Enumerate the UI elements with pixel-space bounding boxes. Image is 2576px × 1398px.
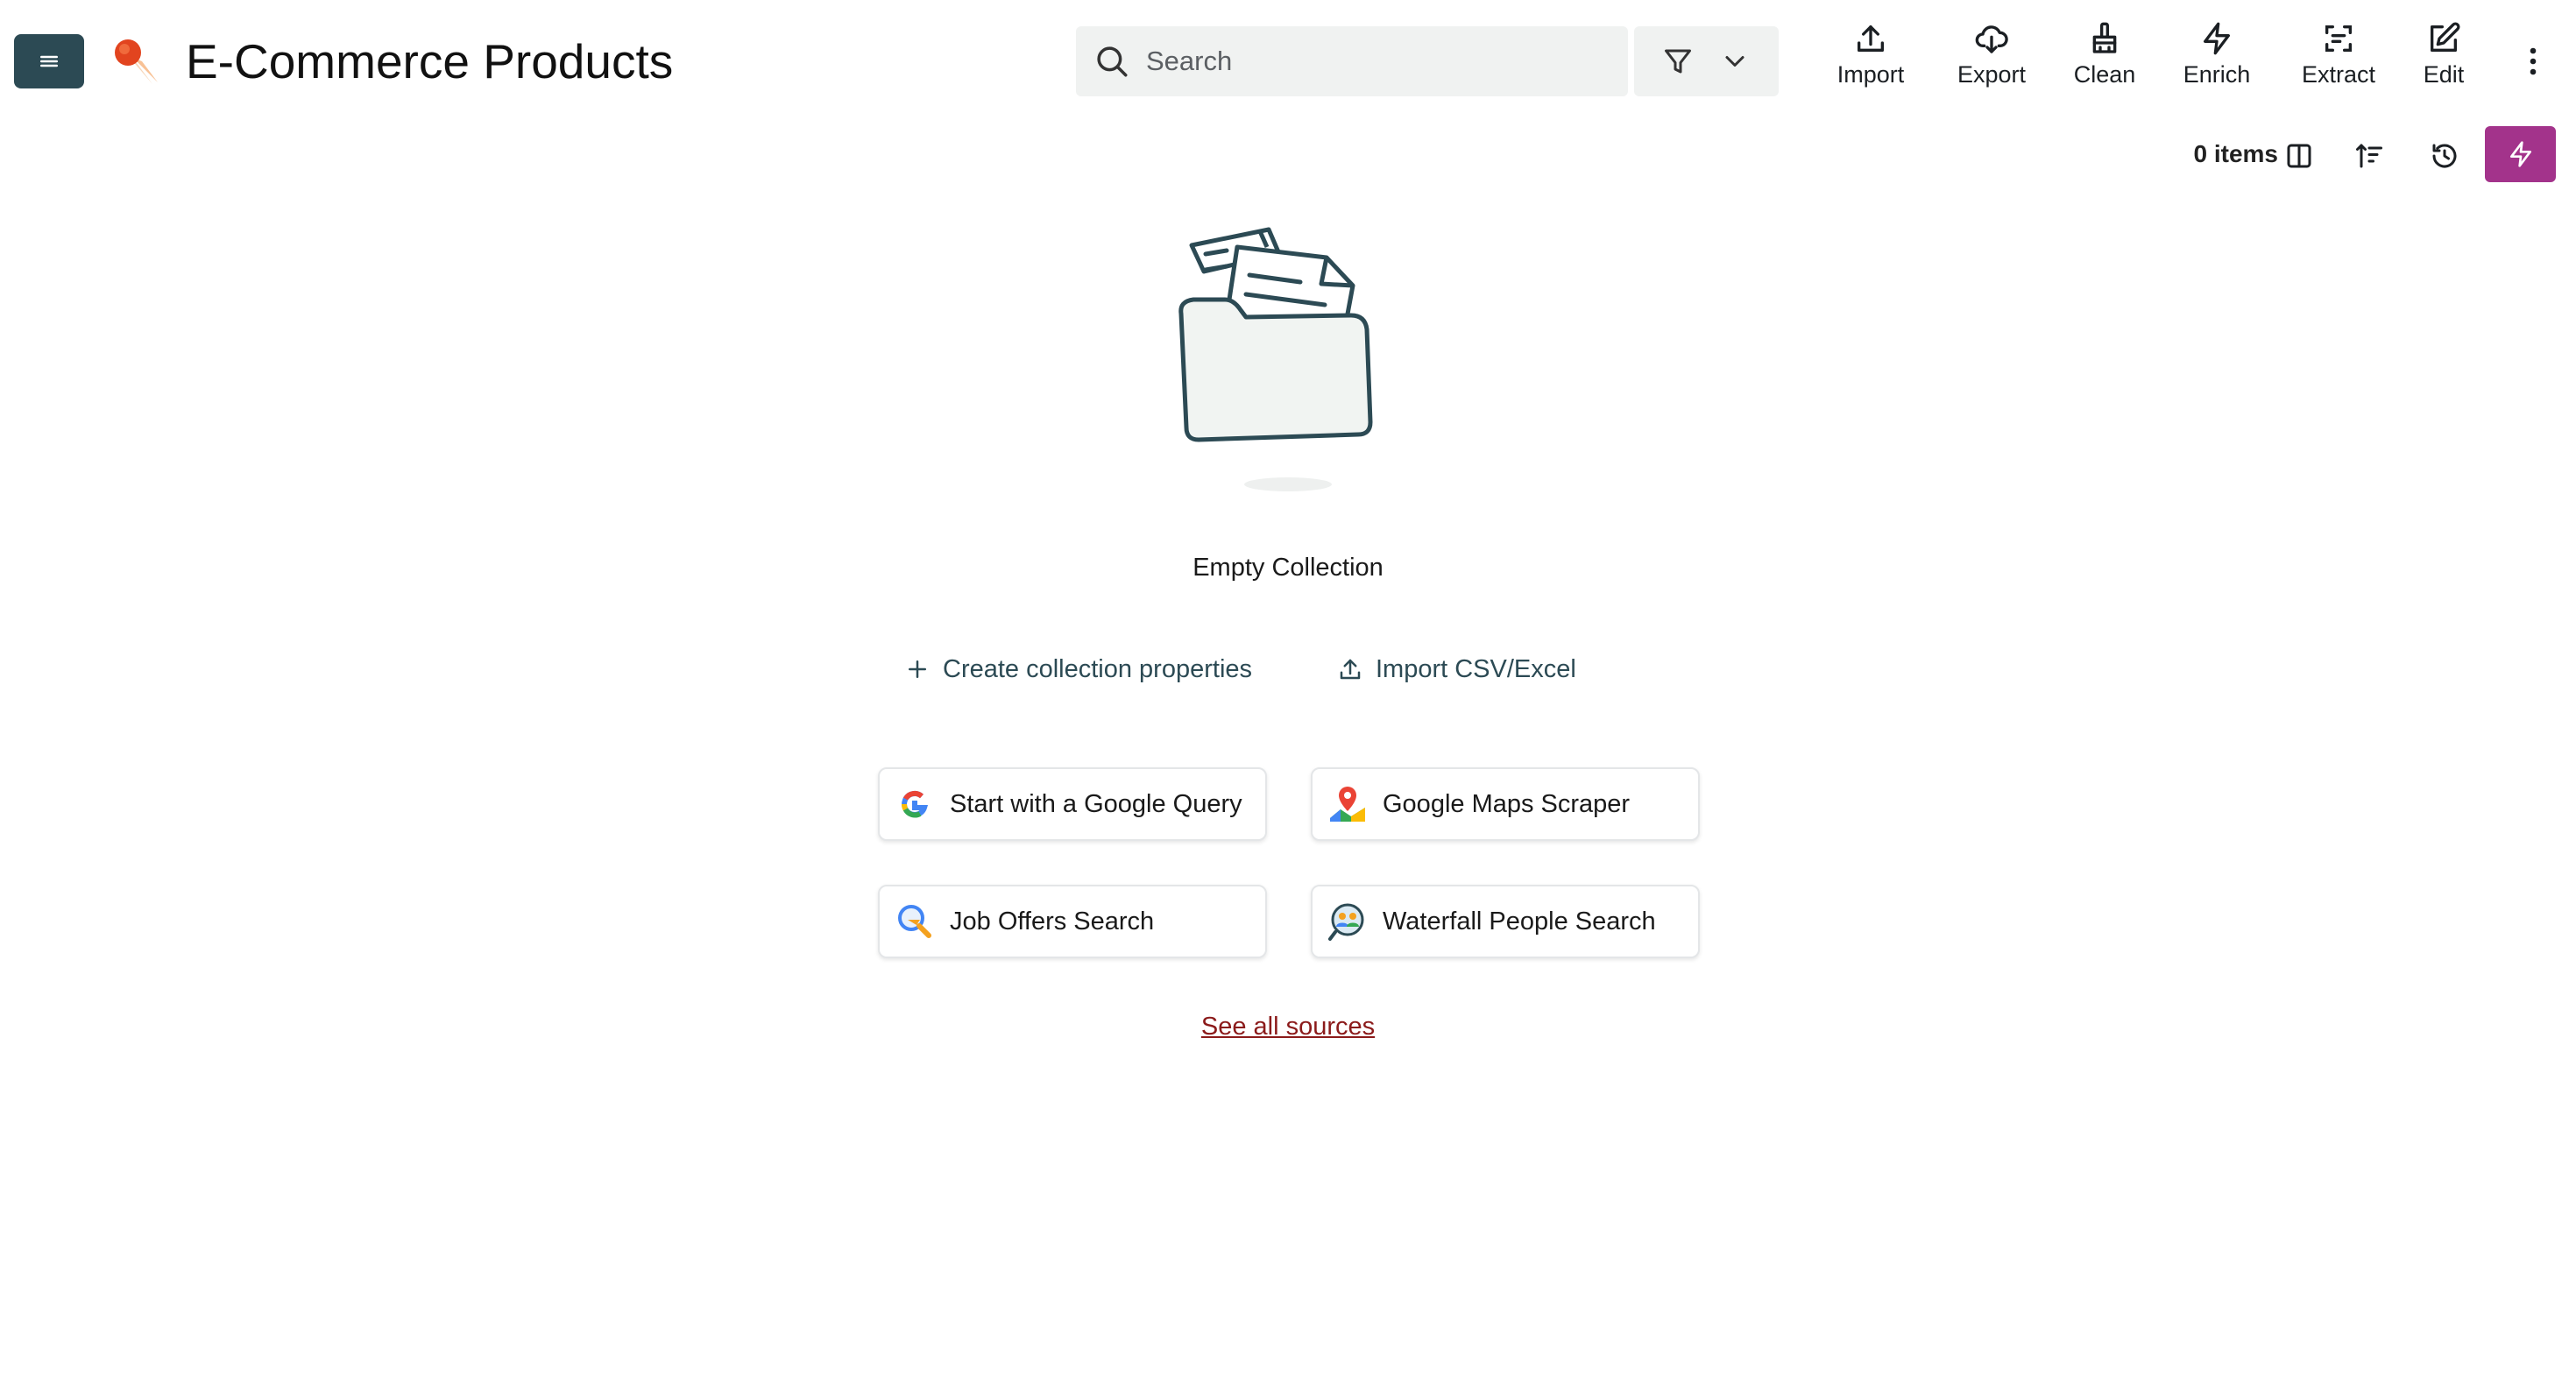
search-bar	[1076, 26, 1628, 96]
enrich-label: Enrich	[2183, 61, 2251, 88]
lightning-icon	[2509, 141, 2531, 167]
edit-icon	[2431, 22, 2460, 52]
cloud-download-icon	[1975, 25, 2008, 53]
empty-folder-illustration	[1178, 227, 1373, 491]
clean-label: Clean	[2073, 61, 2136, 88]
rocket-logo-icon	[115, 39, 158, 84]
import-label: Import	[1836, 61, 1905, 88]
edit-label: Edit	[2423, 61, 2465, 88]
history-icon	[2432, 144, 2457, 168]
upload-icon	[1858, 25, 1884, 52]
upload-icon	[1340, 659, 1361, 680]
source-card-job-offers[interactable]: Job Offers Search	[878, 885, 1267, 958]
export-button[interactable]: Export	[1943, 21, 2040, 100]
enrich-button[interactable]: Enrich	[2173, 21, 2261, 100]
google-icon	[902, 790, 929, 818]
empty-state-title: Empty Collection	[1192, 554, 1384, 582]
history-button[interactable]	[2425, 137, 2464, 175]
source-card-label: Start with a Google Query	[950, 789, 1242, 818]
filter-button[interactable]	[1634, 26, 1779, 96]
columns-view-button[interactable]	[2280, 137, 2318, 175]
source-card-google-maps[interactable]: Google Maps Scraper	[1311, 767, 1700, 841]
job-search-icon	[898, 905, 931, 938]
automation-button[interactable]	[2485, 126, 2556, 182]
filter-icon	[1665, 49, 1692, 74]
source-card-waterfall-people[interactable]: Waterfall People Search	[1311, 885, 1700, 958]
search-input[interactable]	[1146, 35, 1602, 88]
app-page: E-Commerce Products Import Export Clean	[0, 0, 2576, 1398]
page-title: E-Commerce Products	[186, 34, 674, 88]
edit-button[interactable]: Edit	[2406, 21, 2481, 100]
create-properties-button[interactable]: Create collection properties	[904, 650, 1252, 688]
source-card-label: Google Maps Scraper	[1383, 789, 1631, 818]
source-card-label: Waterfall People Search	[1383, 907, 1656, 936]
extract-label: Extract	[2301, 61, 2376, 88]
hamburger-icon	[40, 55, 58, 67]
extract-button[interactable]: Extract	[2290, 21, 2387, 100]
menu-button[interactable]	[14, 34, 84, 88]
sort-button[interactable]	[2350, 137, 2388, 175]
import-button[interactable]: Import	[1822, 21, 1919, 100]
google-maps-icon	[1330, 787, 1365, 822]
create-properties-label: Create collection properties	[943, 654, 1253, 683]
see-all-sources-link[interactable]: See all sources	[1113, 1013, 1463, 1041]
items-count: 0 items	[2193, 140, 2279, 167]
source-card-label: Job Offers Search	[950, 907, 1155, 936]
import-csv-button[interactable]: Import CSV/Excel	[1337, 650, 1576, 688]
more-vertical-icon	[2530, 47, 2537, 75]
sort-icon	[2356, 144, 2382, 168]
columns-icon	[2287, 144, 2311, 168]
chevron-down-icon	[1725, 56, 1744, 67]
broom-icon	[2092, 22, 2117, 53]
text-scan-icon	[2325, 25, 2352, 52]
export-label: Export	[1957, 61, 2027, 88]
source-card-google-query[interactable]: Start with a Google Query	[878, 767, 1267, 841]
people-search-icon	[1328, 903, 1364, 941]
import-csv-label: Import CSV/Excel	[1376, 654, 1576, 683]
search-icon	[1097, 46, 1128, 77]
clean-button[interactable]: Clean	[2061, 21, 2148, 100]
more-options-button[interactable]	[2520, 42, 2546, 81]
lightning-icon	[2204, 22, 2230, 55]
plus-icon	[909, 660, 926, 678]
